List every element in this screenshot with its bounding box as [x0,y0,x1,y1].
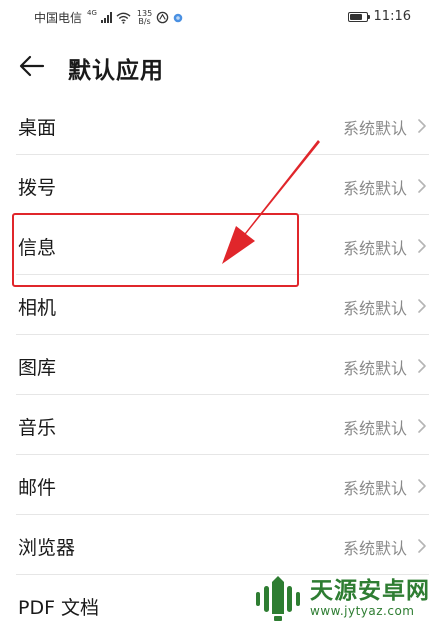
chevron-right-icon [418,419,426,433]
list-item-0[interactable]: 桌面 系统默认 [0,95,445,155]
watermark-url: www.jytyaz.com [310,604,415,618]
battery-icon [347,11,370,22]
list-item-2[interactable]: 信息 系统默认 [0,215,445,275]
list-item-label: 音乐 [18,417,57,439]
android-logo-icon [256,576,300,621]
chevron-right-icon [418,119,426,133]
list-item-value: 系统默认 [342,419,407,438]
list-item-5[interactable]: 音乐 系统默认 [0,395,445,455]
battery-fill [349,13,363,20]
list-item-label: 相机 [18,297,57,319]
status-time: 11:16 [373,9,411,24]
list-item-value: 系统默认 [342,299,407,318]
status-left: 中国电信 4G 135 B/s [34,9,183,26]
chevron-right-icon [418,179,426,193]
list-item-value: 系统默认 [342,119,407,138]
back-button[interactable] [16,50,48,82]
network-speed: 135 B/s [137,9,152,26]
list-item-label: 桌面 [18,117,57,139]
chevron-right-icon [418,539,426,553]
list-item-label: 图库 [18,357,57,379]
list-item-label: 邮件 [18,477,57,499]
page-title: 默认应用 [68,58,164,84]
list-item-3[interactable]: 相机 系统默认 [0,275,445,335]
screen: 中国电信 4G 135 B/s 11:16 默认应用 桌面 系统默认 拨号 系统… [0,0,445,628]
list-item-label: 信息 [18,237,57,259]
app-notification-icon [173,13,183,22]
status-bar: 中国电信 4G 135 B/s 11:16 [0,0,445,34]
chevron-right-icon [418,299,426,313]
header: 默认应用 [0,40,445,92]
watermark-name: 天源安卓网 [310,578,430,604]
wifi-icon [116,12,131,24]
list-item-value: 系统默认 [342,239,407,258]
watermark-text: 天源安卓网 www.jytyaz.com [310,578,430,618]
list-item-value: 系统默认 [342,179,407,198]
list-item-6[interactable]: 邮件 系统默认 [0,455,445,515]
arrow-left-icon [19,55,45,77]
list-item-label: PDF 文档 [18,597,100,619]
list-item-value: 系统默认 [342,359,407,378]
chevron-right-icon [418,479,426,493]
list-item-4[interactable]: 图库 系统默认 [0,335,445,395]
chevron-right-icon [418,359,426,373]
status-right: 11:16 [347,9,411,24]
network-speed-unit: B/s [138,16,151,26]
list-item-value: 系统默认 [342,539,407,558]
list-item-label: 拨号 [18,177,57,199]
list-item-value: 系统默认 [342,479,407,498]
watermark: 天源安卓网 www.jytyaz.com [252,570,440,626]
carrier-name: 中国电信 [34,11,83,25]
list-item-1[interactable]: 拨号 系统默认 [0,155,445,215]
network-type-badge: 4G [87,8,97,17]
list-item-label: 浏览器 [18,537,76,559]
browser-notification-icon [156,11,169,24]
signal-icon [100,12,112,23]
default-apps-list: 桌面 系统默认 拨号 系统默认 信息 系统默认 相机 系统默认 图库 系统默认 … [0,95,445,628]
list-item-7[interactable]: 浏览器 系统默认 [0,515,445,575]
chevron-right-icon [418,239,426,253]
